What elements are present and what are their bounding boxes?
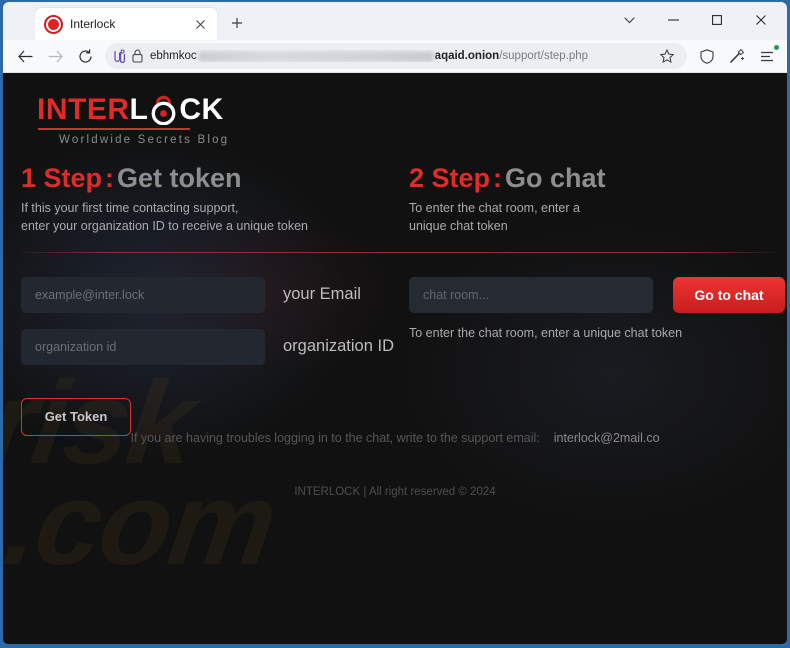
step-2-block: 2 Step: Go chat To enter the chat room, e…	[409, 164, 771, 236]
star-icon[interactable]	[653, 43, 681, 69]
forms-row: your Email organization ID Get Token Go …	[19, 276, 785, 436]
update-badge-dot	[774, 45, 779, 50]
shield-icon[interactable]	[693, 43, 721, 69]
step-1-title: Get token	[117, 163, 242, 193]
maximize-button[interactable]	[695, 5, 739, 35]
email-input[interactable]	[21, 276, 265, 313]
address-bar[interactable]: ebhmkoc aqaid.onion /support/step.php	[105, 43, 687, 69]
step-1-colon: :	[105, 163, 115, 193]
get-token-button[interactable]: Get Token	[21, 397, 131, 436]
steps-row: 1 Step: Get token If this your first time…	[19, 164, 771, 236]
email-label: your Email	[283, 285, 361, 304]
step-1-heading: 1 Step: Get token	[21, 164, 409, 192]
step-2-number: 2 Step	[409, 163, 491, 193]
organization-field-row: organization ID	[21, 328, 409, 365]
url-text: ebhmkoc aqaid.onion /support/step.php	[150, 50, 653, 62]
step-2-subtitle: To enter the chat room, enter a unique c…	[409, 201, 580, 234]
chat-field-row: Go to chat	[409, 276, 785, 313]
step-1-block: 1 Step: Get token If this your first time…	[21, 164, 409, 236]
url-prefix: ebhmkoc	[150, 50, 197, 62]
tab-strip: Interlock	[3, 2, 787, 40]
step-2-heading: 2 Step: Go chat	[409, 164, 771, 192]
organization-id-input[interactable]	[21, 328, 265, 365]
chat-hint: To enter the chat room, enter a unique c…	[409, 325, 683, 340]
settings-menu-icon[interactable]	[753, 43, 781, 69]
browser-toolbar: ebhmkoc aqaid.onion /support/step.php	[3, 40, 787, 73]
tab-title: Interlock	[70, 17, 116, 31]
close-button[interactable]	[739, 5, 783, 35]
step-2-title: Go chat	[505, 163, 606, 193]
step-1-number: 1 Step	[21, 163, 103, 193]
chat-token-input[interactable]	[409, 276, 653, 313]
reload-icon[interactable]	[71, 43, 99, 69]
organization-id-label: organization ID	[283, 337, 394, 356]
forward-arrow-icon[interactable]	[41, 43, 69, 69]
site-content: INTER L CK Worldwide Secrets Blog 1 Step…	[3, 73, 787, 436]
onion-routing-icon	[113, 49, 127, 64]
logo-tagline: Worldwide Secrets Blog	[59, 134, 230, 146]
back-arrow-icon[interactable]	[11, 43, 39, 69]
browser-tab[interactable]: Interlock	[35, 8, 217, 40]
support-line: If you are having troubles logging in to…	[3, 431, 787, 445]
magic-wand-icon[interactable]	[723, 43, 751, 69]
support-text: If you are having troubles logging in to…	[130, 431, 540, 445]
tab-list-button[interactable]	[607, 5, 651, 35]
go-to-chat-button[interactable]: Go to chat	[673, 276, 785, 313]
site-logo[interactable]: INTER L CK Worldwide Secrets Blog	[19, 73, 771, 147]
logo-inter-text: INTER	[37, 93, 130, 126]
window-controls	[607, 5, 783, 35]
logo-ck-text: CK	[179, 93, 224, 126]
lock-icon[interactable]	[132, 49, 143, 63]
logo-underline	[38, 128, 190, 130]
step-2-colon: :	[493, 163, 503, 193]
logo-l-text: L	[129, 93, 149, 126]
page-content: risk .com INTER L CK Worldwide Secrets B…	[3, 73, 787, 644]
address-bar-actions	[653, 43, 681, 69]
email-field-row: your Email	[21, 276, 409, 313]
url-path: /support/step.php	[499, 50, 589, 62]
support-email[interactable]: interlock@2mail.co	[554, 431, 660, 445]
url-redacted-segment	[197, 50, 434, 62]
token-form: your Email organization ID Get Token	[21, 276, 409, 436]
logo-wordmark: INTER L CK	[37, 93, 771, 126]
url-host: aqaid.onion	[434, 50, 500, 62]
copyright-text: INTERLOCK | All right reserved © 2024	[294, 486, 496, 498]
browser-window: Interlock ebhmkoc aqaid.onion /support/s…	[0, 0, 790, 648]
record-circle-icon	[46, 16, 61, 32]
step-1-subtitle: If this your first time contacting suppo…	[21, 201, 308, 234]
close-icon[interactable]	[191, 15, 209, 33]
chat-form: Go to chat To enter the chat room, enter…	[409, 276, 785, 436]
section-divider	[21, 251, 775, 253]
new-tab-button[interactable]	[223, 9, 251, 37]
padlock-icon	[149, 95, 178, 126]
minimize-button[interactable]	[651, 5, 695, 35]
